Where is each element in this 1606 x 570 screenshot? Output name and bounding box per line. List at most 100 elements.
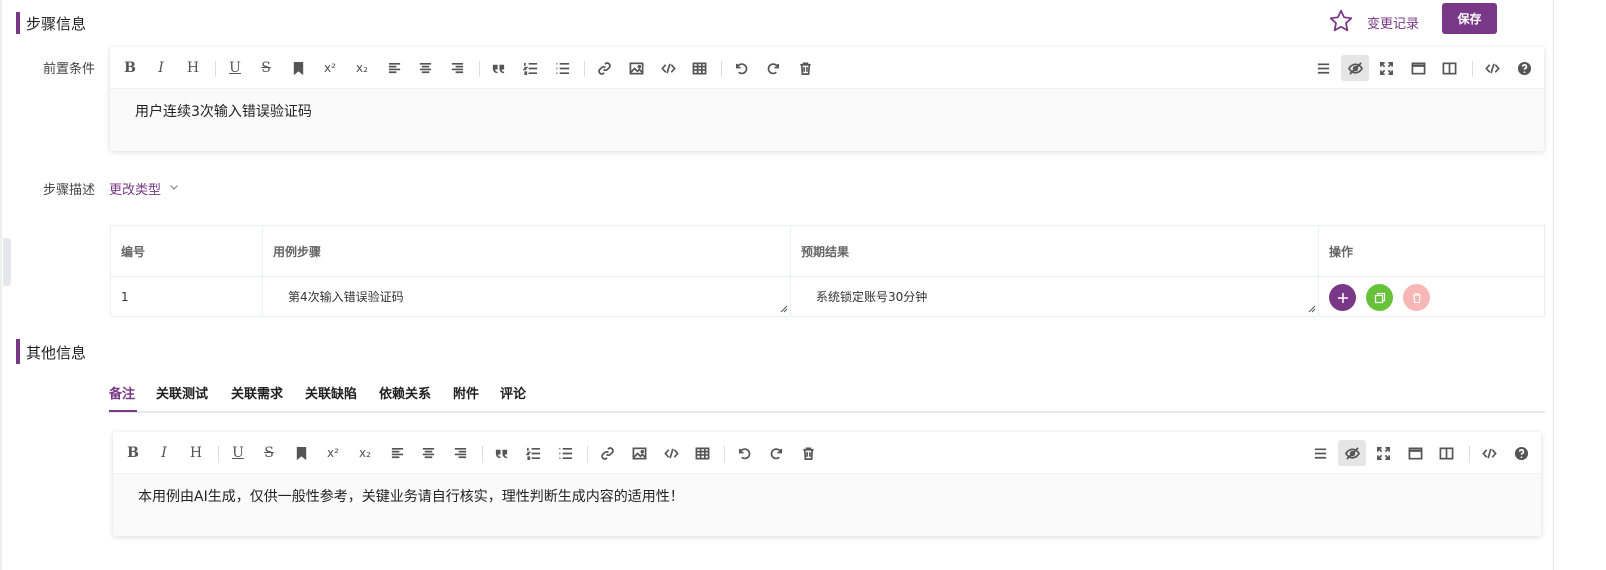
tab-related-tests[interactable]: 关联测试: [156, 383, 208, 402]
tab-attachments[interactable]: 附件: [453, 383, 479, 402]
align-right-icon[interactable]: [450, 443, 470, 463]
tab-related-requirements[interactable]: 关联需求: [231, 383, 283, 402]
strikethrough-icon[interactable]: S: [259, 443, 279, 463]
superscript-icon[interactable]: x²: [320, 58, 340, 78]
html-code-icon[interactable]: [1479, 443, 1499, 463]
underline-icon[interactable]: U: [225, 58, 245, 78]
align-right-icon[interactable]: [447, 58, 467, 78]
menu-icon[interactable]: [1310, 443, 1330, 463]
underline-icon[interactable]: U: [228, 443, 248, 463]
link-icon[interactable]: [594, 58, 614, 78]
step-num: 1: [110, 276, 263, 317]
delete-step-button[interactable]: [1403, 284, 1430, 311]
align-left-icon[interactable]: [384, 58, 404, 78]
window-icon[interactable]: [1408, 58, 1428, 78]
copy-icon: [1374, 292, 1385, 303]
tab-remark[interactable]: 备注: [109, 383, 135, 402]
link-icon[interactable]: [597, 443, 617, 463]
bold-icon[interactable]: B: [123, 443, 143, 463]
bookmark-icon[interactable]: [291, 443, 311, 463]
trash-icon[interactable]: [795, 58, 815, 78]
toolbar-divider: [584, 61, 585, 77]
code-icon[interactable]: [661, 443, 681, 463]
help-icon[interactable]: [1511, 443, 1531, 463]
scrollbar-track[interactable]: [1553, 0, 1554, 570]
heading-icon[interactable]: H: [183, 58, 203, 78]
undo-icon[interactable]: [731, 58, 751, 78]
ordered-list-icon[interactable]: [523, 443, 543, 463]
trash-icon[interactable]: [798, 443, 818, 463]
italic-icon[interactable]: I: [151, 58, 171, 78]
toolbar-divider: [215, 61, 216, 77]
bookmark-icon[interactable]: [288, 58, 308, 78]
help-icon[interactable]: [1514, 58, 1534, 78]
precondition-content[interactable]: 用户连续3次输入错误验证码: [110, 89, 1544, 151]
step-textarea[interactable]: 第4次输入错误验证码: [263, 278, 790, 316]
image-icon[interactable]: [626, 58, 646, 78]
quote-icon[interactable]: [488, 58, 508, 78]
col-header-num: 编号: [110, 225, 263, 277]
subscript-icon[interactable]: x₂: [355, 443, 375, 463]
fullscreen-icon[interactable]: [1373, 443, 1393, 463]
section-bar: [16, 339, 20, 364]
split-view-icon[interactable]: [1436, 443, 1456, 463]
tabs-underline: [109, 411, 1545, 413]
unordered-list-icon[interactable]: [552, 58, 572, 78]
step-desc-label: 步骤描述: [43, 183, 96, 198]
star-icon[interactable]: [1328, 8, 1354, 34]
split-view-icon[interactable]: [1439, 58, 1459, 78]
superscript-icon[interactable]: x²: [323, 443, 343, 463]
undo-icon[interactable]: [734, 443, 754, 463]
editor-toolbar: B I H U S x² x₂: [110, 47, 1544, 89]
other-info-title: 其他信息: [26, 344, 87, 362]
trash-icon: [1412, 292, 1421, 303]
toolbar-divider: [724, 446, 725, 462]
col-header-actions: 操作: [1318, 225, 1545, 277]
ordered-list-icon[interactable]: [520, 58, 540, 78]
subscript-icon[interactable]: x₂: [352, 58, 372, 78]
col-header-step: 用例步骤: [262, 225, 791, 277]
redo-icon[interactable]: [766, 443, 786, 463]
preview-toggle-icon[interactable]: [1341, 55, 1369, 81]
unordered-list-icon[interactable]: [555, 443, 575, 463]
window-icon[interactable]: [1405, 443, 1425, 463]
step-text: 第4次输入错误验证码: [288, 290, 404, 304]
resize-handle-icon[interactable]: [780, 305, 788, 313]
toolbar-divider: [218, 446, 219, 462]
italic-icon[interactable]: I: [154, 443, 174, 463]
chevron-down-icon: [169, 181, 179, 196]
table-icon[interactable]: [692, 443, 712, 463]
tab-related-defects[interactable]: 关联缺陷: [305, 383, 357, 402]
tab-comments[interactable]: 评论: [500, 383, 526, 402]
change-type-dropdown[interactable]: 更改类型: [109, 179, 179, 198]
expected-textarea[interactable]: 系统锁定账号30分钟: [791, 278, 1318, 316]
fullscreen-icon[interactable]: [1376, 58, 1396, 78]
tab-dependencies[interactable]: 依赖关系: [379, 383, 431, 402]
toolbar-divider: [479, 61, 480, 77]
align-center-icon[interactable]: [418, 443, 438, 463]
bold-icon[interactable]: B: [120, 58, 140, 78]
redo-icon[interactable]: [763, 58, 783, 78]
resize-handle-icon[interactable]: [1308, 305, 1316, 313]
changelog-link[interactable]: 变更记录: [1367, 13, 1419, 32]
left-border: [0, 0, 2, 570]
html-code-icon[interactable]: [1482, 58, 1502, 78]
collapse-handle[interactable]: [3, 238, 11, 286]
change-type-label: 更改类型: [109, 183, 162, 198]
preview-toggle-icon[interactable]: [1338, 440, 1366, 466]
quote-icon[interactable]: [491, 443, 511, 463]
menu-icon[interactable]: [1313, 58, 1333, 78]
save-button[interactable]: 保存: [1442, 3, 1497, 34]
add-step-button[interactable]: [1329, 284, 1356, 311]
copy-step-button[interactable]: [1366, 284, 1393, 311]
align-center-icon[interactable]: [415, 58, 435, 78]
heading-icon[interactable]: H: [186, 443, 206, 463]
image-icon[interactable]: [629, 443, 649, 463]
code-icon[interactable]: [658, 58, 678, 78]
table-icon[interactable]: [689, 58, 709, 78]
col-header-expected: 预期结果: [790, 225, 1319, 277]
strikethrough-icon[interactable]: S: [256, 58, 276, 78]
remark-content[interactable]: 本用例由AI生成，仅供一般性参考，关键业务请自行核实，理性判断生成内容的适用性！: [113, 474, 1541, 536]
align-left-icon[interactable]: [387, 443, 407, 463]
toolbar-divider: [1472, 61, 1473, 77]
